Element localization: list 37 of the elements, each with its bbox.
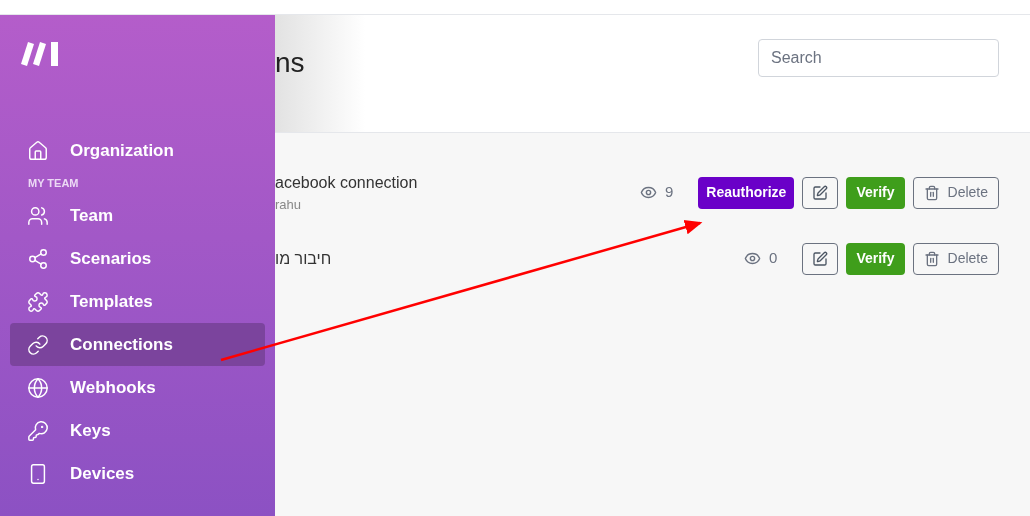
connection-name: acebook connection <box>275 172 418 193</box>
verify-button[interactable]: Verify <box>846 242 905 275</box>
trash-icon <box>923 184 940 201</box>
people-icon <box>27 204 49 227</box>
edit-button[interactable] <box>802 176 839 209</box>
sidebar-item[interactable]: Team <box>10 194 265 237</box>
edit-icon <box>812 184 829 201</box>
share-icon <box>27 247 49 270</box>
connection-owner: rahu <box>275 195 302 214</box>
view-count: 9 <box>664 182 674 203</box>
sidebar-item[interactable]: Keys <box>10 409 265 452</box>
verify-button[interactable]: Verify <box>846 176 905 209</box>
house-icon <box>27 139 49 162</box>
logo-icon <box>21 41 59 67</box>
edit-icon <box>812 250 829 267</box>
connection-name: חיבור מו <box>275 248 332 269</box>
trash-icon <box>923 250 940 267</box>
key-icon <box>27 419 49 442</box>
link-icon <box>27 333 49 356</box>
sidebar-item[interactable]: Scenarios <box>10 237 265 280</box>
globe-icon <box>27 376 49 399</box>
puzzle-icon <box>27 290 49 313</box>
edit-button[interactable] <box>802 242 839 275</box>
sidebar-item[interactable]: Templates <box>10 280 265 323</box>
delete-button[interactable]: Delete <box>912 242 999 275</box>
sidebar-item[interactable]: Organization <box>10 129 265 172</box>
page-title: ns <box>275 46 305 80</box>
reauthorize-button[interactable]: Reauthorize <box>698 176 795 209</box>
view-count: 0 <box>769 248 778 269</box>
sidebar-item[interactable]: Devices <box>10 452 265 495</box>
search-field[interactable]: Search <box>758 39 999 77</box>
delete-button[interactable]: Delete <box>912 176 999 209</box>
sidebar-item[interactable]: Webhooks <box>10 366 265 409</box>
eye-icon <box>744 250 762 267</box>
section-heading: MY TEAM <box>27 175 80 191</box>
eye-icon <box>639 184 657 201</box>
sidebar-item[interactable]: Connections <box>10 323 265 366</box>
